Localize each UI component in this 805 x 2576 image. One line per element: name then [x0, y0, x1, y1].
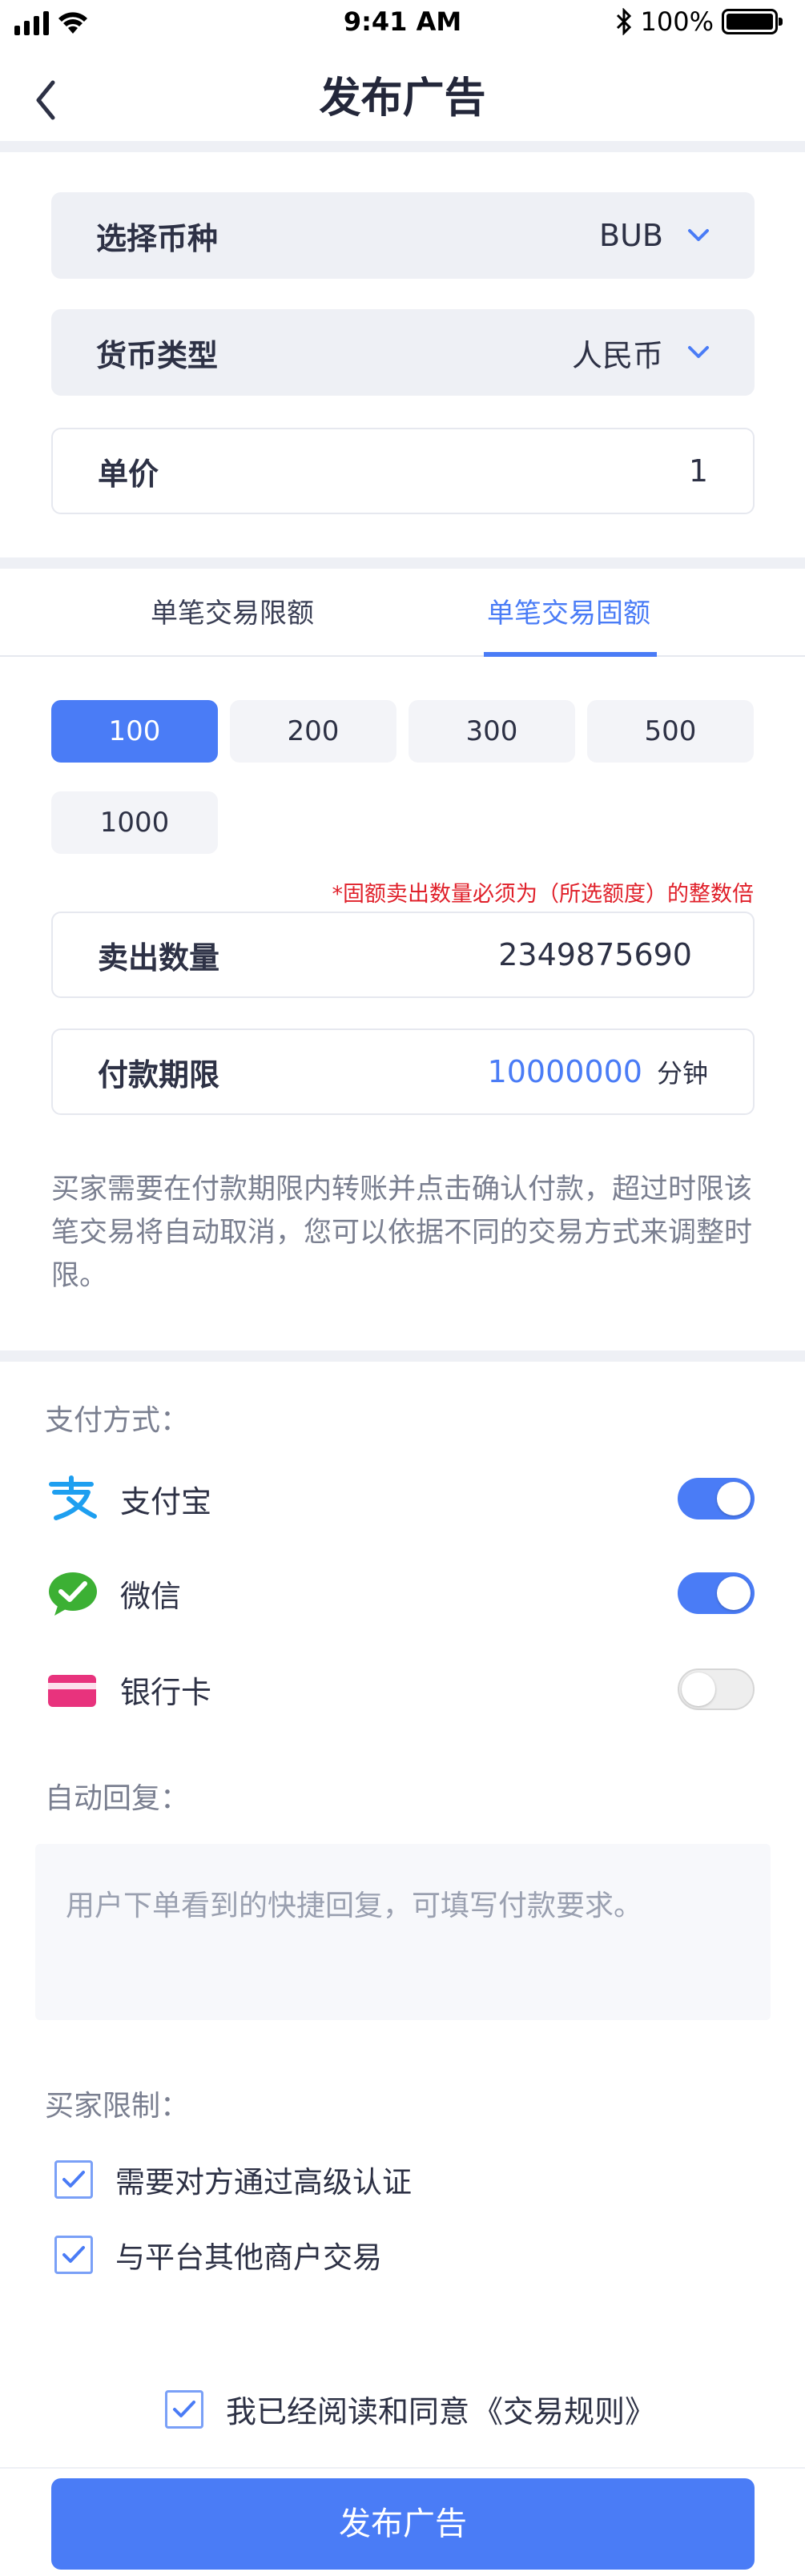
- checkbox[interactable]: [54, 2160, 93, 2199]
- wechat-icon: [49, 1572, 97, 1616]
- currency-select-value: 人民币: [571, 337, 663, 373]
- checkbox[interactable]: [54, 2236, 93, 2274]
- currency-select-label: 货币类型: [96, 337, 219, 373]
- sell-quantity-field[interactable]: 卖出数量 2349875690: [51, 912, 755, 998]
- tab-active-indicator: [484, 652, 657, 657]
- footer-divider: [0, 2467, 805, 2469]
- unit-price-value: 1: [688, 453, 708, 489]
- agreement-checkbox[interactable]: [165, 2389, 203, 2429]
- agreement-text: 我已经阅读和同意: [226, 2394, 470, 2429]
- payment-deadline-label: 付款期限: [98, 1057, 220, 1093]
- tab-single-fixed[interactable]: 单笔交易固额: [465, 570, 673, 657]
- auto-reply-label: 自动回复：: [45, 1782, 190, 1815]
- chevron-down-icon: [688, 229, 709, 241]
- buyer-limit-advanced-verification[interactable]: 需要对方通过高级认证: [54, 2158, 412, 2201]
- payment-deadline-field[interactable]: 付款期限 10000000 分钟: [51, 1028, 755, 1115]
- amount-chip-300[interactable]: 300: [409, 700, 575, 763]
- sell-quantity-label: 卖出数量: [98, 940, 220, 976]
- fixed-amount-warning: *固额卖出数量必须为（所选额度）的整数倍: [332, 882, 755, 907]
- page-title: 发布广告: [319, 74, 486, 123]
- check-icon: [62, 2246, 85, 2263]
- agreement-row: 我已经阅读和同意 《交易规则》: [165, 2387, 655, 2431]
- alipay-toggle[interactable]: [678, 1478, 755, 1519]
- header-divider: [0, 141, 805, 152]
- sell-quantity-value: 2349875690: [498, 937, 692, 972]
- unit-price-label: 单价: [98, 456, 159, 492]
- bank-card-toggle[interactable]: [678, 1668, 755, 1710]
- bluetooth-icon: [616, 8, 631, 35]
- section-divider: [0, 557, 805, 569]
- amount-chip-1000[interactable]: 1000: [51, 791, 218, 854]
- trade-rules-link[interactable]: 《交易规则》: [473, 2387, 655, 2431]
- payment-method-bank-card: 银行卡: [45, 1661, 755, 1717]
- unit-price-field[interactable]: 单价 1: [51, 428, 755, 514]
- amount-chip-500[interactable]: 500: [587, 700, 754, 763]
- check-icon: [173, 2400, 195, 2417]
- payment-method-wechat: 微信: [45, 1565, 755, 1621]
- auto-reply-input[interactable]: 用户下单看到的快捷回复，可填写付款要求。: [35, 1844, 771, 2020]
- checkbox-label: 需要对方通过高级认证: [115, 2165, 412, 2200]
- publish-button[interactable]: 发布广告: [51, 2478, 755, 2570]
- alipay-icon: [49, 1475, 97, 1520]
- currency-select[interactable]: 货币类型 人民币: [51, 309, 755, 396]
- payment-methods-label: 支付方式：: [45, 1404, 190, 1437]
- amount-chip-200[interactable]: 200: [230, 700, 396, 763]
- tab-single-limit[interactable]: 单笔交易限额: [112, 570, 352, 657]
- payment-deadline-unit: 分钟: [656, 1058, 708, 1089]
- coin-select[interactable]: 选择币种 BUB: [51, 192, 755, 279]
- wechat-toggle[interactable]: [678, 1572, 755, 1614]
- payment-method-name: 银行卡: [120, 1674, 212, 1710]
- coin-select-label: 选择币种: [96, 220, 219, 256]
- coin-select-value: BUB: [599, 218, 663, 253]
- bank-card-icon: [48, 1675, 96, 1707]
- checkbox-label: 与平台其他商户交易: [115, 2240, 382, 2275]
- check-icon: [62, 2171, 85, 2188]
- payment-method-name: 支付宝: [120, 1483, 212, 1519]
- buyer-limit-other-merchants[interactable]: 与平台其他商户交易: [54, 2233, 382, 2276]
- battery-icon: [722, 9, 783, 34]
- limit-tabs: 单笔交易限额 单笔交易固额: [0, 570, 805, 657]
- section-divider: [0, 1350, 805, 1362]
- payment-deadline-value: 10000000: [487, 1054, 642, 1089]
- payment-method-name: 微信: [120, 1578, 182, 1614]
- chevron-down-icon: [688, 346, 709, 358]
- status-right: 100%: [615, 6, 783, 37]
- buyer-limits-label: 买家限制：: [45, 2090, 190, 2123]
- payment-method-alipay: 支付宝: [45, 1471, 755, 1527]
- battery-percent: 100%: [640, 6, 714, 37]
- deadline-note: 买家需要在付款期限内转账并点击确认付款，超过时限该笔交易将自动取消，您可以依据不…: [51, 1173, 753, 1292]
- amount-chip-100[interactable]: 100: [51, 700, 218, 763]
